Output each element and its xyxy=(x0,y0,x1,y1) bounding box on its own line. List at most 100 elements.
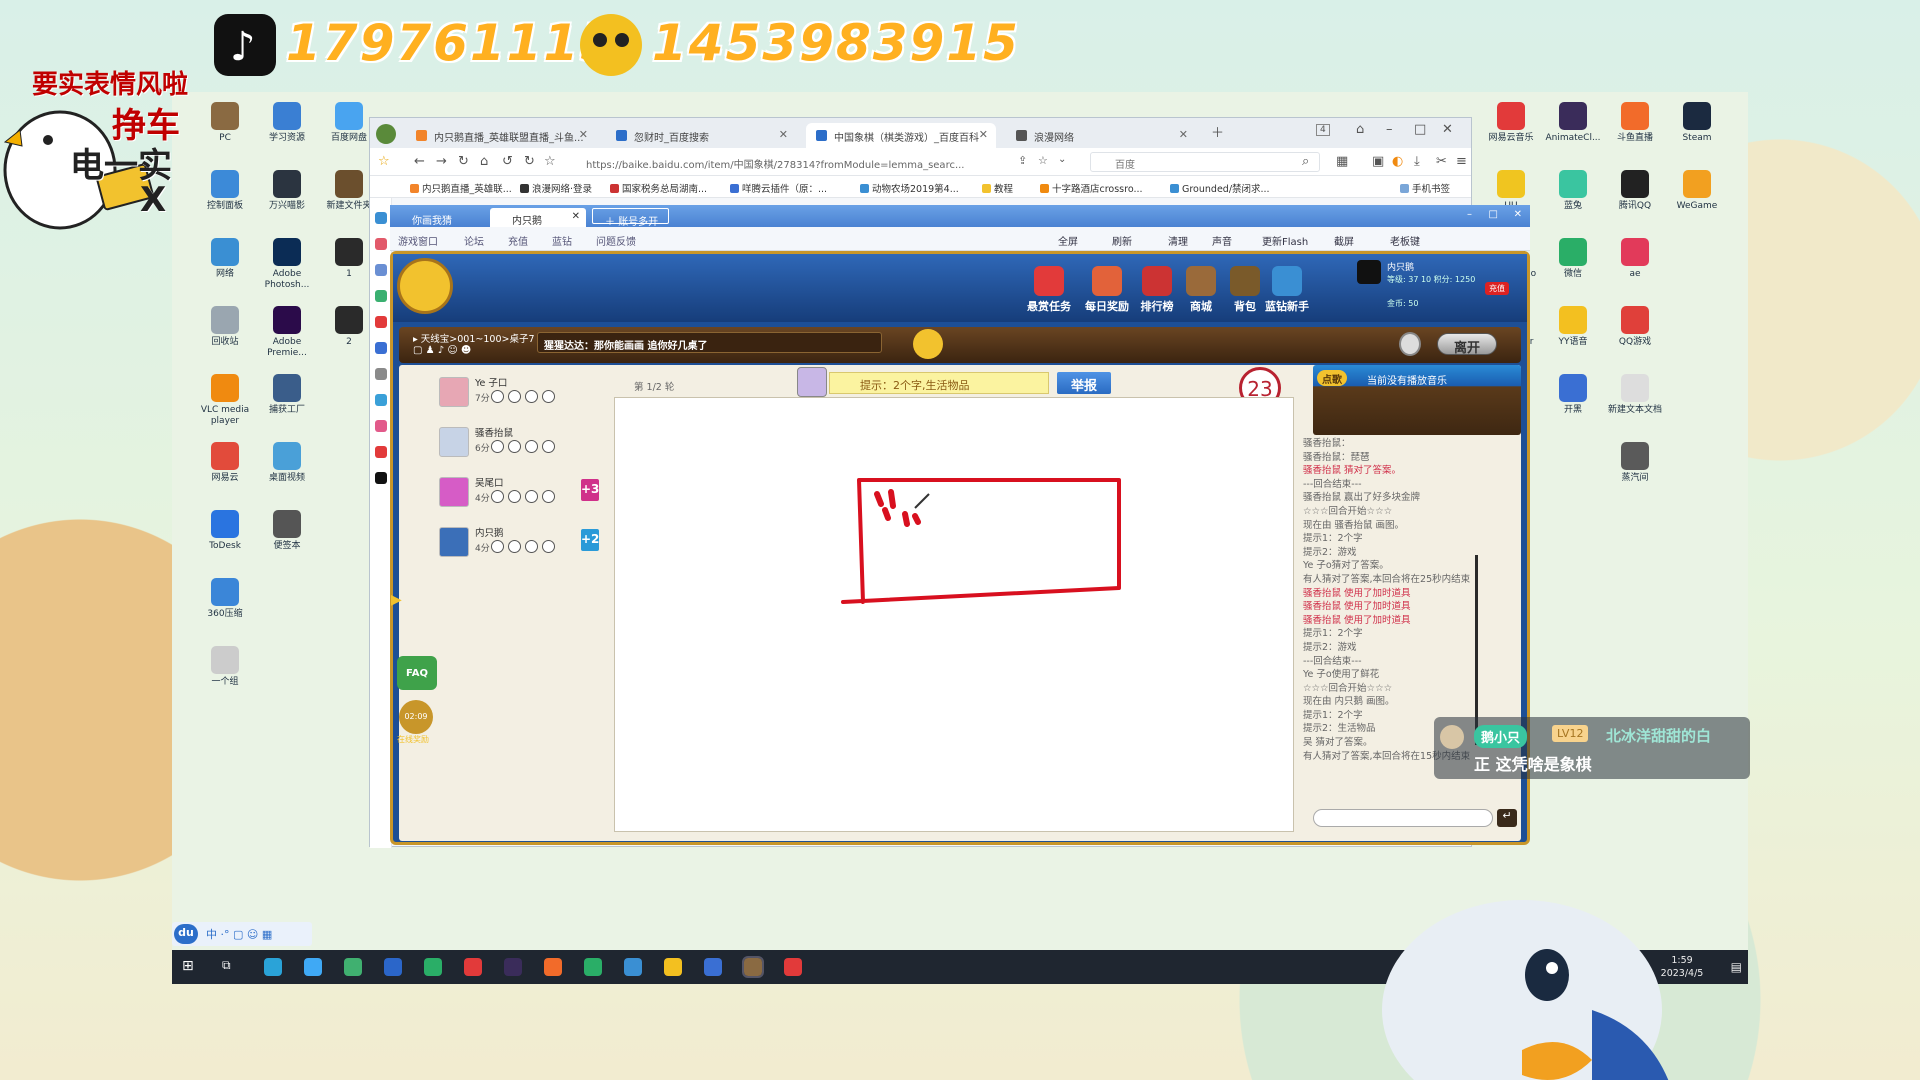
taskbar-app-icon[interactable] xyxy=(584,958,602,976)
drawing-canvas[interactable] xyxy=(614,397,1294,832)
bookmark-item[interactable]: 动物农场2019第4... xyxy=(860,181,959,195)
desktop-icon[interactable]: 网易云音乐 xyxy=(1478,102,1544,144)
game-toolbar-item[interactable]: 声音 xyxy=(1212,233,1232,248)
extension-icon[interactable]: ◐ xyxy=(1392,154,1403,169)
desktop-icon[interactable]: 网易云 xyxy=(192,442,258,484)
player-tool-icon[interactable] xyxy=(525,390,538,403)
download-icon[interactable]: ⤓ xyxy=(1414,154,1420,169)
notification-icon[interactable]: ▤ xyxy=(1731,961,1742,974)
close-icon[interactable]: ✕ xyxy=(1179,128,1188,141)
taskbar-app-icon[interactable] xyxy=(344,958,362,976)
forward-icon[interactable]: → xyxy=(436,154,447,169)
desktop-icon[interactable]: 斗鱼直播 xyxy=(1602,102,1668,144)
browser-tab[interactable]: 中国象棋（棋类游戏）_百度百科 ✕ xyxy=(806,123,996,148)
favorite-icon[interactable]: ☆ xyxy=(1038,154,1048,167)
desktop-icon[interactable]: 捕获工厂 xyxy=(254,374,320,416)
player-tools[interactable] xyxy=(491,440,559,456)
player-tool-icon[interactable] xyxy=(542,490,555,503)
sidebar-app-icon[interactable] xyxy=(374,238,387,250)
header-button[interactable]: 商城 xyxy=(1177,266,1225,314)
desktop-icon[interactable]: 蒸汽间 xyxy=(1602,442,1668,484)
game-toolbar-item[interactable]: 清理 xyxy=(1168,233,1188,248)
minimize-button[interactable]: – xyxy=(1467,209,1472,220)
player-tool-icon[interactable] xyxy=(525,490,538,503)
tab-count-badge[interactable]: 4 xyxy=(1316,124,1330,136)
apps-icon[interactable]: ▦ xyxy=(1336,154,1348,169)
search-icon[interactable]: ⌕ xyxy=(1302,154,1309,169)
game-toolbar-item[interactable]: 老板键 xyxy=(1390,233,1420,248)
online-reward-clock[interactable]: 02:09 xyxy=(399,700,433,734)
taskbar-app-icon[interactable] xyxy=(624,958,642,976)
close-icon[interactable]: ✕ xyxy=(779,128,788,141)
taskbar-app-icon[interactable] xyxy=(304,958,322,976)
bookmark-item[interactable]: 咩腾云插件（原：... xyxy=(730,181,827,195)
desktop-icon[interactable]: WeGame xyxy=(1664,170,1730,212)
desktop-icon[interactable]: YY语音 xyxy=(1540,306,1606,348)
task-view-icon[interactable]: ⧉ xyxy=(222,958,240,976)
player-tool-icon[interactable] xyxy=(508,390,521,403)
header-button[interactable]: 悬赏任务 xyxy=(1025,266,1073,314)
taskbar-app-icon[interactable] xyxy=(704,958,722,976)
browser-tab[interactable]: 内只鹅直播_英雄联盟直播_斗鱼... ✕ xyxy=(406,123,596,148)
refresh-icon[interactable]: ↻ xyxy=(458,154,469,169)
desktop-icon[interactable]: 便签本 xyxy=(254,510,320,552)
game-toolbar-item[interactable]: 截屏 xyxy=(1334,233,1354,248)
desktop-icon[interactable]: 网络 xyxy=(192,238,258,280)
game-tab-draw-guess[interactable]: 你画我猜 xyxy=(390,208,462,227)
header-button[interactable]: 排行榜 xyxy=(1133,266,1181,314)
player-tool-icon[interactable] xyxy=(542,390,555,403)
home-icon[interactable]: ⌂ xyxy=(480,154,488,169)
player-tool-icon[interactable] xyxy=(542,540,555,553)
game-menu-item[interactable]: 蓝钻 xyxy=(552,233,572,248)
game-tab-user[interactable]: 内只鹅 ✕ xyxy=(490,208,586,227)
expand-arrow-icon[interactable]: ▶ xyxy=(391,592,402,608)
close-icon[interactable]: ✕ xyxy=(572,211,580,222)
desktop-icon[interactable]: AnimateCl... xyxy=(1540,102,1606,144)
browser-avatar[interactable] xyxy=(376,124,396,144)
bookmark-item[interactable]: 国家税务总局湖南... xyxy=(610,181,707,195)
player-tool-icon[interactable] xyxy=(525,540,538,553)
menu-icon[interactable]: ≡ xyxy=(1456,154,1467,169)
player-tools[interactable] xyxy=(491,390,559,406)
game-menu-item[interactable]: 问题反馈 xyxy=(596,233,636,248)
leave-button[interactable]: 离开 xyxy=(1437,333,1497,356)
header-button[interactable]: 蓝钻新手 xyxy=(1263,266,1311,314)
player-tool-icon[interactable] xyxy=(542,440,555,453)
desktop-icon[interactable]: 一个组 xyxy=(192,646,258,688)
desktop-icon[interactable]: 微信 xyxy=(1540,238,1606,280)
maximize-button[interactable]: □ xyxy=(1414,122,1426,137)
desktop-icon[interactable]: 学习资源 xyxy=(254,102,320,144)
windows-start-icon[interactable]: ⊞ xyxy=(182,958,200,976)
header-button[interactable]: 每日奖励 xyxy=(1083,266,1131,314)
desktop-icon[interactable]: 控制面板 xyxy=(192,170,258,212)
multi-account-button[interactable]: ＋ 账号多开 xyxy=(592,208,670,228)
undo-icon[interactable]: ↺ xyxy=(502,154,513,169)
chevron-down-icon[interactable]: ⌄ xyxy=(1058,154,1066,165)
room-tool-icons[interactable]: ▢ ♟ ♪ ☺ ☻ xyxy=(413,345,471,356)
song-request-button[interactable]: 点歌 xyxy=(1317,370,1347,386)
new-tab-button[interactable]: ＋ xyxy=(1211,122,1224,141)
desktop-icon[interactable]: PC xyxy=(192,102,258,144)
sidebar-app-icon[interactable] xyxy=(374,264,387,276)
send-button[interactable]: ↵ xyxy=(1497,809,1517,827)
taskbar-app-icon[interactable] xyxy=(384,958,402,976)
header-button[interactable]: 背包 xyxy=(1221,266,1269,314)
game-menu-item[interactable]: 游戏窗口 xyxy=(398,233,438,248)
browser-tab[interactable]: 忽财时_百度搜索 ✕ xyxy=(606,123,796,148)
taskbar-app-icon[interactable] xyxy=(784,958,802,976)
taskbar-app-icon[interactable] xyxy=(544,958,562,976)
bookmark-item[interactable]: 教程 xyxy=(982,181,1013,195)
sidebar-app-icon[interactable] xyxy=(374,316,387,328)
taskbar-app-icon[interactable] xyxy=(424,958,442,976)
close-button[interactable]: ✕ xyxy=(1442,122,1453,137)
report-button[interactable]: 举报 xyxy=(1057,372,1111,394)
url-field[interactable]: https://baike.baidu.com/item/中国象棋/278314… xyxy=(570,152,1050,172)
bookmark-item[interactable]: 内只鹅直播_英雄联... xyxy=(410,181,512,195)
desktop-icon[interactable]: 腾讯QQ xyxy=(1602,170,1668,212)
player-tool-icon[interactable] xyxy=(508,490,521,503)
sidebar-app-icon[interactable] xyxy=(374,290,387,302)
player-tool-icon[interactable] xyxy=(508,540,521,553)
bookmark-item[interactable]: Grounded/禁闭求... xyxy=(1170,181,1270,195)
sidebar-app-icon[interactable] xyxy=(374,446,387,458)
desktop-icon[interactable]: 蓝兔 xyxy=(1540,170,1606,212)
